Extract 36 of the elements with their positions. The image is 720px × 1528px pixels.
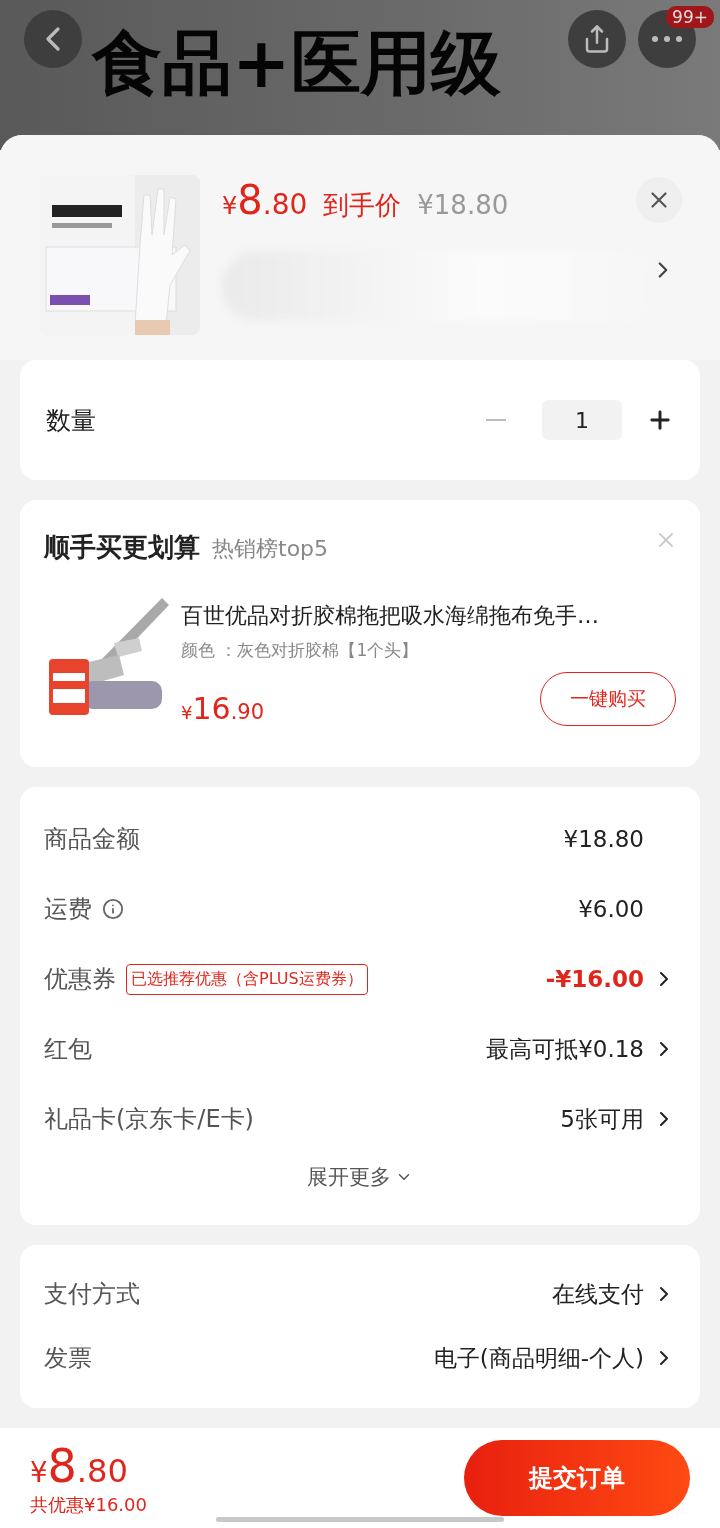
total-price: ¥8.80 — [30, 1439, 130, 1493]
total-discount: 共优惠¥16.00 — [30, 1493, 147, 1517]
expand-more-button[interactable]: 展开更多 — [301, 1162, 419, 1192]
quantity-label: 数量 — [46, 404, 96, 437]
row-value: ¥18.80 — [563, 826, 644, 852]
product-name[interactable]: 百世优品对折胶棉拖把吸水海绵拖布免手… — [181, 601, 676, 631]
recommend-title: 顺手买更划算 — [44, 531, 200, 564]
notification-badge: 99+ — [666, 6, 714, 28]
buy-now-button[interactable]: 一键购买 — [540, 672, 676, 726]
deal-price-label: 到手价 — [323, 189, 402, 222]
deal-price: ¥8.80 — [222, 177, 308, 223]
coupon-tag: 已选推荐优惠（含PLUS运费券） — [126, 963, 368, 995]
product-spec: 颜色 ：灰色对折胶棉【1个头】 — [181, 639, 420, 662]
row-value[interactable]: 最高可抵¥0.18 — [486, 1033, 644, 1065]
minus-icon — [486, 419, 506, 421]
row-label: 红包 — [44, 1034, 92, 1065]
row-value[interactable]: 在线支付 — [552, 1278, 644, 1310]
info-icon[interactable] — [102, 898, 124, 920]
row-label: 支付方式 — [44, 1279, 140, 1310]
row-value: ¥6.00 — [578, 896, 644, 922]
row-value[interactable]: -¥16.00 — [545, 966, 644, 992]
recommend-subtitle: 热销榜top5 — [212, 535, 329, 563]
more-icon — [652, 36, 682, 42]
row-label: 优惠券 — [44, 964, 116, 995]
row-value[interactable]: 电子(商品明细-个人) — [433, 1342, 644, 1374]
submit-order-button[interactable]: 提交订单 — [464, 1440, 690, 1516]
row-label: 礼品卡(京东卡/E卡) — [44, 1104, 254, 1135]
product-price: ¥16.90 — [181, 691, 265, 726]
close-button[interactable] — [636, 177, 682, 223]
row-label: 运费 — [44, 894, 92, 925]
row-label: 发票 — [44, 1343, 92, 1374]
row-label: 商品金额 — [44, 824, 140, 855]
quantity-field[interactable]: 1 — [542, 400, 622, 440]
original-price: ¥18.80 — [417, 190, 509, 220]
row-value[interactable]: 5张可用 — [560, 1103, 644, 1135]
banner-title: 食品+医用级 — [92, 28, 501, 98]
